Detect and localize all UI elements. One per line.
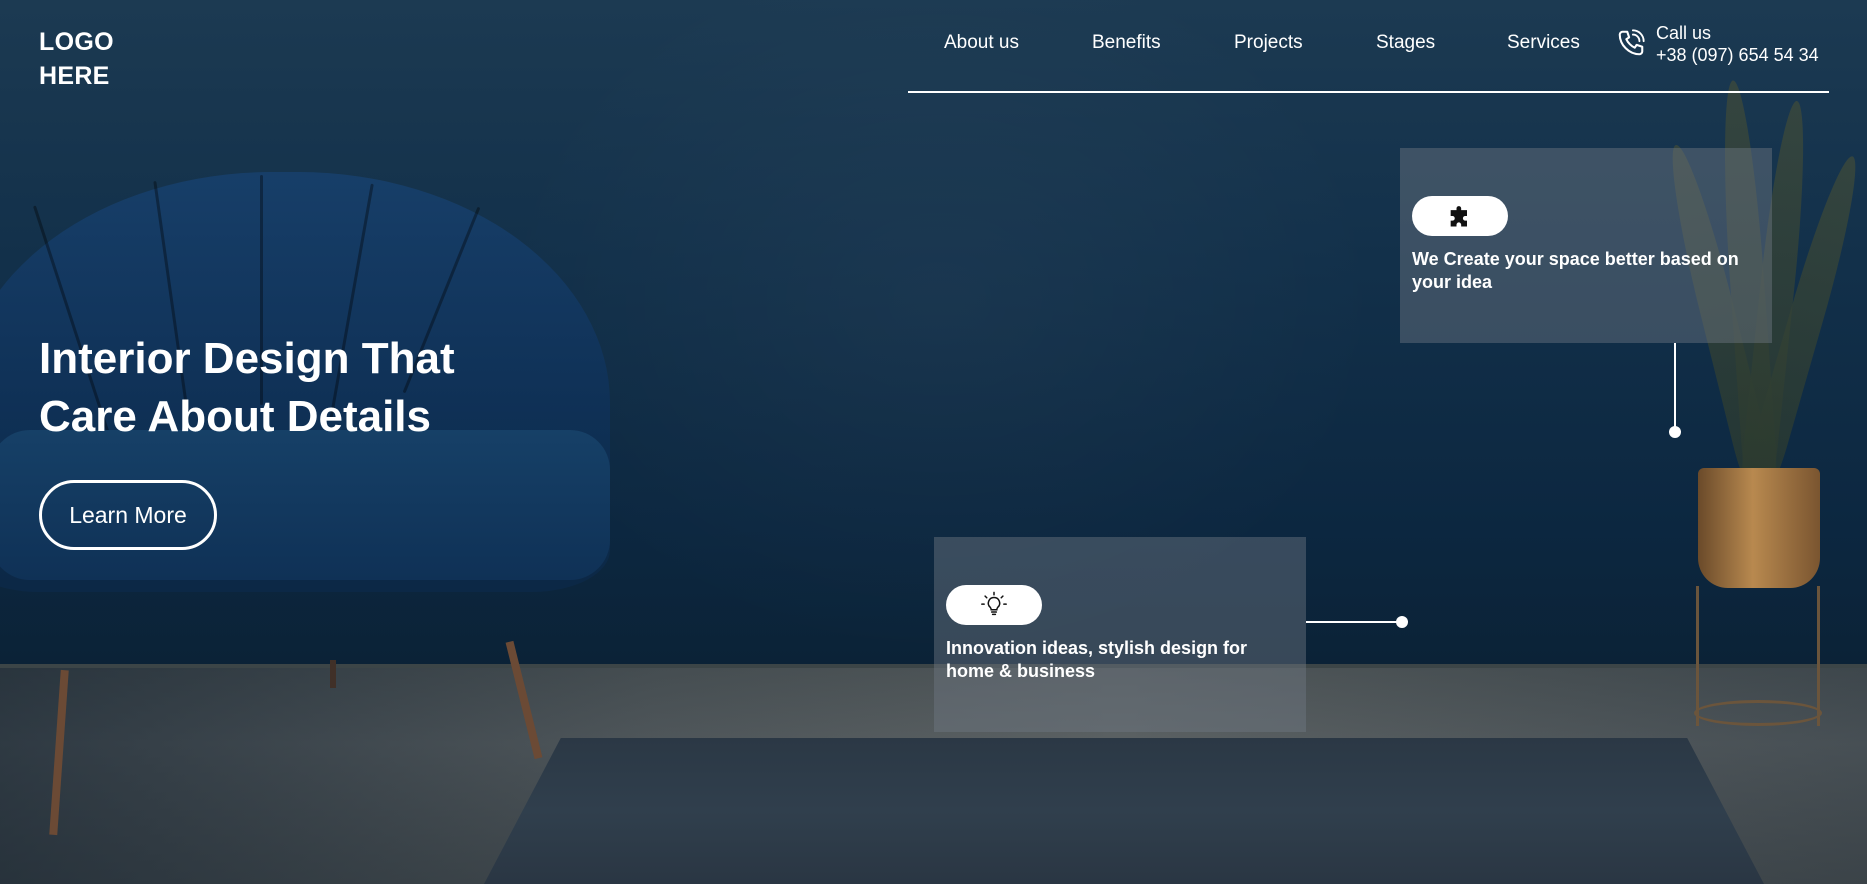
feature-text-innovation-line-1: Innovation ideas, stylish design for	[946, 638, 1248, 658]
nav-stages[interactable]: Stages	[1376, 32, 1435, 54]
header-divider	[908, 91, 1829, 93]
learn-more-button[interactable]: Learn More	[39, 480, 217, 550]
feature-text-space-line-2: your idea	[1412, 272, 1493, 292]
nav-services[interactable]: Services	[1507, 32, 1580, 54]
nav-benefits[interactable]: Benefits	[1092, 32, 1161, 54]
logo-line-2: HERE	[39, 62, 110, 90]
phone-icon	[1618, 29, 1645, 56]
logo-line-1: LOGO	[39, 28, 114, 56]
connector-line-horizontal	[1306, 621, 1402, 623]
hero-headline: Interior Design That Care About Details	[39, 330, 559, 446]
phone-number[interactable]: +38 (097) 654 54 34	[1656, 44, 1819, 66]
feature-text-innovation: Innovation ideas, stylish design for hom…	[946, 637, 1296, 683]
nav-projects[interactable]: Projects	[1234, 32, 1303, 54]
hero-headline-line-1: Interior Design That	[39, 334, 455, 383]
nav-about-us[interactable]: About us	[944, 32, 1019, 54]
feature-text-space-line-1: We Create your space better based on	[1412, 249, 1739, 269]
armchair-leg	[330, 660, 336, 688]
puzzle-icon	[1450, 206, 1467, 227]
feature-text-innovation-line-2: home & business	[946, 661, 1096, 681]
call-us-label: Call us	[1656, 23, 1712, 43]
connector-dot	[1669, 426, 1681, 438]
feature-pill-lightbulb	[946, 585, 1042, 625]
connector-dot	[1396, 616, 1408, 628]
feature-card-space: We Create your space better based on you…	[1400, 148, 1772, 343]
plant-stand-ring	[1694, 700, 1822, 726]
feature-card-innovation: Innovation ideas, stylish design for hom…	[934, 537, 1306, 732]
lightbulb-icon	[981, 591, 1007, 616]
plant-pot	[1698, 468, 1820, 588]
hero-headline-line-2: Care About Details	[39, 392, 432, 441]
feature-text-space: We Create your space better based on you…	[1412, 248, 1762, 294]
call-us[interactable]: Call us +38 (097) 654 54 34	[1616, 22, 1819, 66]
logo[interactable]: LOGO HERE	[39, 25, 159, 93]
rug	[484, 738, 1764, 884]
feature-pill-puzzle	[1412, 196, 1508, 236]
connector-line-vertical	[1674, 343, 1676, 431]
